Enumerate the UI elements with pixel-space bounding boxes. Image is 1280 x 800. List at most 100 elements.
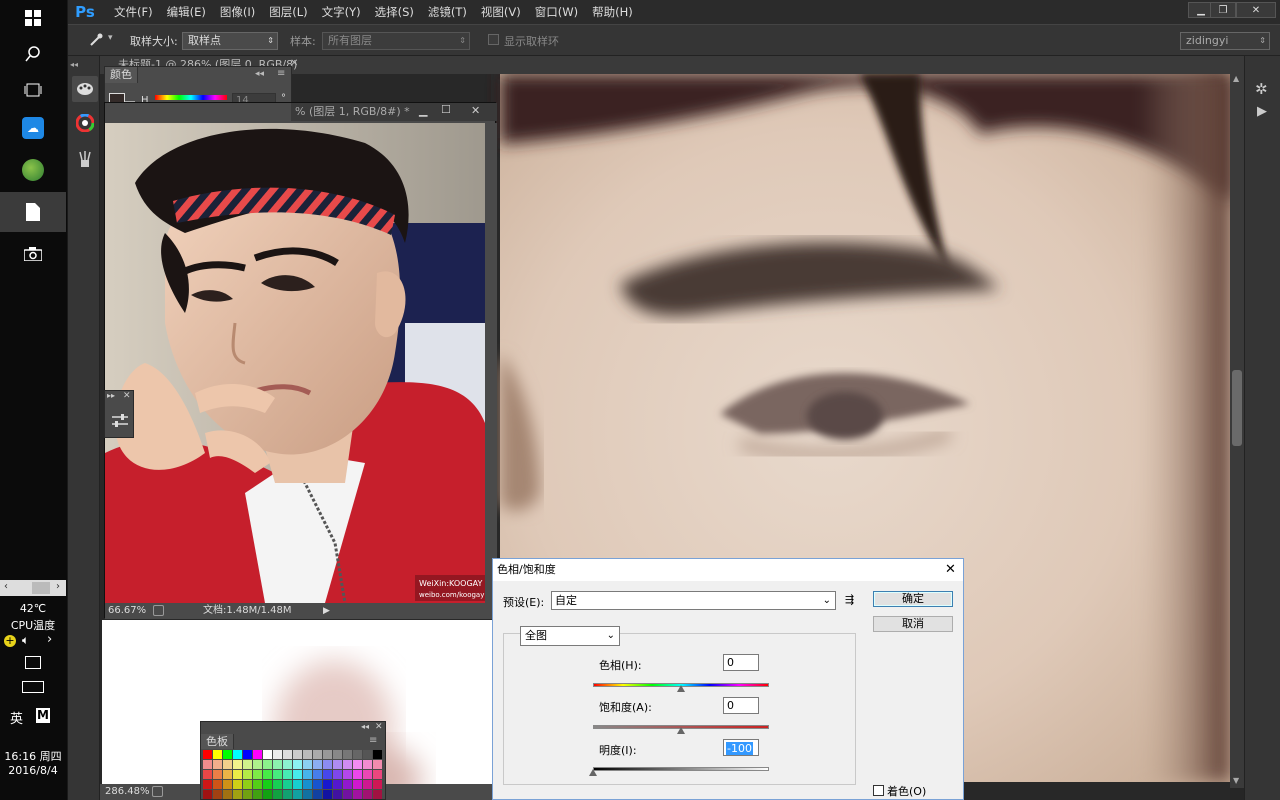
color-swatch[interactable] — [283, 750, 292, 759]
zoom-level-lower[interactable]: 286.48% — [105, 786, 150, 797]
color-swatch[interactable] — [233, 760, 242, 769]
preset-select[interactable]: 自定 ⌄ — [551, 591, 836, 610]
color-swatch[interactable] — [253, 780, 262, 789]
color-swatch[interactable] — [373, 770, 382, 779]
saturation-input[interactable]: 0 — [723, 697, 759, 714]
collapse-panel-icon[interactable]: ◂◂ — [361, 722, 369, 731]
color-panel-button[interactable] — [72, 76, 98, 102]
color-swatch[interactable] — [273, 750, 282, 759]
color-swatch[interactable] — [303, 780, 312, 789]
keyboard-icon[interactable] — [22, 681, 44, 693]
range-select[interactable]: 全图 ⌄ — [520, 626, 620, 646]
color-swatch[interactable] — [213, 760, 222, 769]
menu-edit[interactable]: 编辑(E) — [167, 4, 206, 20]
close-mini-panel-icon[interactable]: ✕ — [123, 391, 131, 401]
color-swatch[interactable] — [283, 770, 292, 779]
color-swatch[interactable] — [283, 780, 292, 789]
color-swatch[interactable] — [343, 780, 352, 789]
color-panel-tab[interactable]: 颜色 — [105, 67, 138, 83]
preset-options-icon[interactable]: ⇶ — [845, 593, 854, 606]
task-view-button[interactable] — [8, 72, 58, 108]
color-swatch[interactable] — [333, 760, 342, 769]
color-swatch[interactable] — [263, 790, 272, 799]
color-swatch[interactable] — [243, 760, 252, 769]
color-swatch[interactable] — [293, 750, 302, 759]
color-swatch[interactable] — [343, 760, 352, 769]
color-swatch[interactable] — [213, 790, 222, 799]
taskbar-scrollbar[interactable]: ‹ › — [0, 580, 66, 596]
color-swatch[interactable] — [293, 780, 302, 789]
doc-close-icon[interactable]: ✕ — [471, 104, 480, 117]
color-swatch[interactable] — [363, 780, 372, 789]
lightness-slider-thumb[interactable] — [589, 769, 597, 776]
color-swatch[interactable] — [363, 790, 372, 799]
taskbar-app-globe[interactable] — [8, 152, 58, 188]
volume-icon[interactable]: 🔈︎ — [22, 633, 29, 648]
taskbar-app-document[interactable] — [0, 192, 66, 232]
color-swatch[interactable] — [273, 770, 282, 779]
menu-window[interactable]: 窗口(W) — [535, 4, 578, 20]
color-swatch[interactable] — [283, 790, 292, 799]
color-swatch[interactable] — [363, 760, 372, 769]
menu-filter[interactable]: 滤镜(T) — [428, 4, 467, 20]
color-swatch[interactable] — [373, 760, 382, 769]
color-swatch[interactable] — [313, 780, 322, 789]
color-swatch[interactable] — [323, 760, 332, 769]
expand-panel-icon[interactable]: ▸▸ — [107, 391, 115, 400]
scroll-thumb[interactable] — [32, 582, 50, 594]
color-swatch[interactable] — [233, 750, 242, 759]
color-swatch[interactable] — [333, 770, 342, 779]
color-swatch[interactable] — [333, 790, 342, 799]
restore-button[interactable]: ❐ — [1210, 2, 1236, 18]
close-panel-icon[interactable]: ✕ — [375, 722, 383, 732]
color-swatch[interactable] — [243, 790, 252, 799]
doc-maximize-icon[interactable]: ☐ — [441, 103, 451, 116]
hue-input[interactable]: 0 — [723, 654, 759, 671]
color-swatch[interactable] — [263, 780, 272, 789]
swatches-panel-tab[interactable]: 色板 — [201, 734, 234, 749]
color-swatch[interactable] — [293, 760, 302, 769]
color-swatch[interactable] — [373, 780, 382, 789]
color-swatch[interactable] — [313, 750, 322, 759]
status-menu-arrow-icon[interactable]: ▶ — [323, 603, 330, 619]
hue-slider[interactable] — [155, 95, 227, 100]
clock-date[interactable]: 2016/8/4 — [0, 764, 66, 777]
color-swatch[interactable] — [233, 770, 242, 779]
swatches-panel-button[interactable] — [72, 110, 98, 136]
workspace-select[interactable]: zidingyi ⇕ — [1180, 32, 1270, 50]
color-swatch[interactable] — [263, 770, 272, 779]
colorize-checkbox[interactable] — [873, 785, 884, 796]
color-swatch[interactable] — [203, 780, 212, 789]
show-ring-checkbox[interactable] — [488, 34, 499, 45]
color-swatch[interactable] — [253, 790, 262, 799]
clock-time[interactable]: 16:16 周四 — [0, 748, 66, 764]
color-swatch[interactable] — [303, 760, 312, 769]
color-swatch[interactable] — [323, 770, 332, 779]
ok-button[interactable]: 确定 — [873, 591, 953, 607]
panel-menu-icon[interactable]: ≡ — [277, 68, 285, 79]
color-swatch[interactable] — [203, 770, 212, 779]
color-swatch[interactable] — [283, 760, 292, 769]
scroll-up-icon[interactable]: ▲ — [1233, 74, 1239, 83]
cancel-button[interactable]: 取消 — [873, 616, 953, 632]
menu-image[interactable]: 图像(I) — [220, 4, 255, 20]
sample-select[interactable]: 所有图层 ⇕ — [322, 32, 470, 50]
color-swatch[interactable] — [263, 750, 272, 759]
menu-layer[interactable]: 图层(L) — [269, 4, 307, 20]
color-swatch[interactable] — [323, 780, 332, 789]
color-swatch[interactable] — [223, 750, 232, 759]
color-swatch[interactable] — [303, 790, 312, 799]
color-swatch[interactable] — [353, 790, 362, 799]
status-options-icon[interactable] — [152, 786, 163, 797]
dialog-close-icon[interactable]: ✕ — [945, 559, 956, 581]
color-swatch[interactable] — [273, 760, 282, 769]
color-swatch[interactable] — [343, 770, 352, 779]
menu-type[interactable]: 文字(Y) — [322, 4, 361, 20]
sample-size-select[interactable]: 取样点 ⇕ — [182, 32, 278, 50]
menu-view[interactable]: 视图(V) — [481, 4, 521, 20]
color-swatch[interactable] — [353, 780, 362, 789]
color-swatch[interactable] — [253, 770, 262, 779]
color-swatch[interactable] — [213, 780, 222, 789]
color-swatch[interactable] — [233, 780, 242, 789]
color-swatch[interactable] — [223, 770, 232, 779]
